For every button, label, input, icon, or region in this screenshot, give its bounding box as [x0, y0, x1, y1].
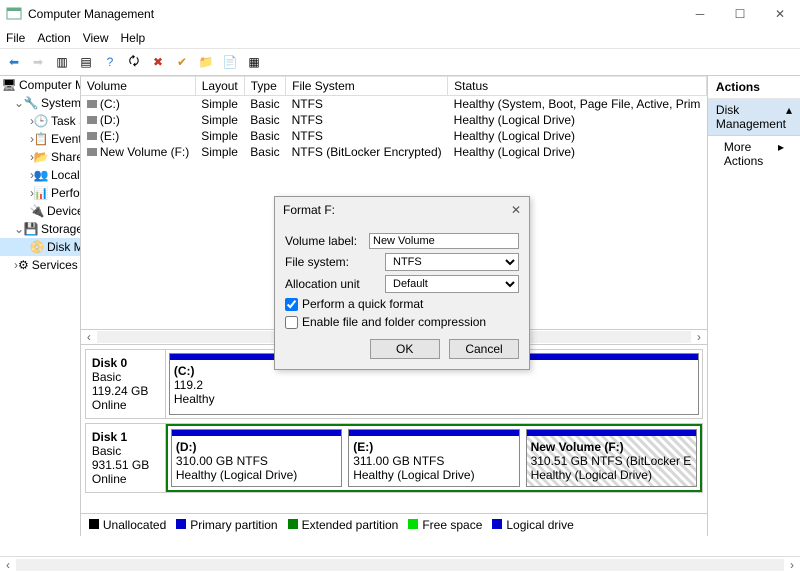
quick-format-checkbox[interactable] — [285, 298, 298, 311]
col-status[interactable]: Status — [448, 77, 707, 96]
volume-label-label: Volume label: — [285, 234, 369, 248]
volume-row[interactable]: New Volume (F:)SimpleBasicNTFS (BitLocke… — [81, 144, 707, 160]
menu-file[interactable]: File — [6, 31, 25, 45]
actions-header: Actions — [708, 76, 800, 99]
tree-storage[interactable]: ⌄💾Storage — [0, 220, 80, 238]
file-system-label: File system: — [285, 255, 385, 269]
back-icon[interactable]: ⬅ — [4, 52, 24, 72]
window-scrollbar[interactable]: ‹ › — [0, 556, 800, 572]
compression-label: Enable file and folder compression — [302, 315, 486, 329]
tree-device-manager[interactable]: 🔌Device Manager — [0, 202, 80, 220]
allocation-unit-select[interactable]: Default — [385, 275, 519, 293]
volume-table[interactable]: Volume Layout Type File System Status (C… — [81, 76, 707, 160]
app-icon — [6, 6, 22, 22]
page-icon[interactable]: 📄 — [220, 52, 240, 72]
partition[interactable]: (E:)311.00 GB NTFSHealthy (Logical Drive… — [348, 429, 519, 487]
partition[interactable]: New Volume (F:)310.51 GB NTFS (BitLocker… — [526, 429, 697, 487]
tree-shared-folders[interactable]: ›📂Shared Folders — [0, 148, 80, 166]
tree-panel: 🖥Computer Management (Local ⌄🔧System Too… — [0, 76, 81, 536]
compression-checkbox[interactable] — [285, 316, 298, 329]
col-volume[interactable]: Volume — [81, 77, 195, 96]
scroll-right-icon[interactable]: › — [784, 558, 800, 572]
actions-more[interactable]: More Actions▸ — [708, 136, 800, 172]
tree-performance[interactable]: ›📊Performance — [0, 184, 80, 202]
collapse-icon: ▴ — [786, 103, 792, 131]
cancel-button[interactable]: Cancel — [449, 339, 519, 359]
folder-icon[interactable]: 📁 — [196, 52, 216, 72]
volume-row[interactable]: (D:)SimpleBasicNTFSHealthy (Logical Driv… — [81, 112, 707, 128]
menubar: File Action View Help — [0, 28, 800, 48]
volume-row[interactable]: (E:)SimpleBasicNTFSHealthy (Logical Driv… — [81, 128, 707, 144]
maximize-button[interactable]: ☐ — [720, 0, 760, 28]
tree-root[interactable]: 🖥Computer Management (Local — [0, 76, 80, 94]
computer-icon: 🖥 — [2, 78, 16, 92]
legend: Unallocated Primary partition Extended p… — [81, 513, 707, 536]
volume-row[interactable]: (C:)SimpleBasicNTFSHealthy (System, Boot… — [81, 96, 707, 113]
scroll-left-icon[interactable]: ‹ — [81, 330, 97, 344]
scroll-left-icon[interactable]: ‹ — [0, 558, 16, 572]
tree-task-scheduler[interactable]: ›🕒Task Scheduler — [0, 112, 80, 130]
apply-icon[interactable]: ✔ — [172, 52, 192, 72]
tree-system-tools[interactable]: ⌄🔧System Tools — [0, 94, 80, 112]
forward-icon[interactable]: ➡ — [28, 52, 48, 72]
window-title: Computer Management — [28, 7, 154, 21]
help-icon[interactable]: ? — [100, 52, 120, 72]
menu-help[interactable]: Help — [121, 31, 146, 45]
tree-local-users[interactable]: ›👥Local Users and Groups — [0, 166, 80, 184]
delete-icon[interactable]: ✖ — [148, 52, 168, 72]
menu-action[interactable]: Action — [37, 31, 70, 45]
minimize-button[interactable]: ─ — [680, 0, 720, 28]
tree-disk-management[interactable]: 📀Disk Management — [0, 238, 80, 256]
scroll-right-icon[interactable]: › — [691, 330, 707, 344]
tree-services[interactable]: ›⚙Services and Applications — [0, 256, 80, 274]
titlebar: Computer Management ─ ☐ ✕ — [0, 0, 800, 28]
list-icon[interactable]: ▦ — [244, 52, 264, 72]
partition[interactable]: (D:)310.00 GB NTFSHealthy (Logical Drive… — [171, 429, 342, 487]
show-hide-icon[interactable]: ▥ — [52, 52, 72, 72]
toolbar: ⬅ ➡ ▥ ▤ ? 🗘 ✖ ✔ 📁 📄 ▦ — [0, 48, 800, 76]
collapse-icon[interactable]: ⌄ — [14, 96, 24, 110]
actions-disk-management[interactable]: Disk Management▴ — [708, 99, 800, 136]
close-button[interactable]: ✕ — [760, 0, 800, 28]
tree-event-viewer[interactable]: ›📋Event Viewer — [0, 130, 80, 148]
col-layout[interactable]: Layout — [195, 77, 244, 96]
ok-button[interactable]: OK — [370, 339, 440, 359]
refresh-icon[interactable]: 🗘 — [124, 52, 144, 72]
actions-panel: Actions Disk Management▴ More Actions▸ — [708, 76, 800, 536]
col-type[interactable]: Type — [244, 77, 285, 96]
properties-icon[interactable]: ▤ — [76, 52, 96, 72]
chevron-right-icon: ▸ — [778, 140, 784, 168]
quick-format-label: Perform a quick format — [302, 297, 423, 311]
allocation-unit-label: Allocation unit — [285, 277, 385, 291]
close-icon[interactable]: ✕ — [511, 203, 521, 217]
menu-view[interactable]: View — [83, 31, 109, 45]
dialog-title: Format F: — [283, 203, 335, 217]
volume-label-input[interactable] — [369, 233, 519, 249]
format-dialog: Format F: ✕ Volume label: File system: N… — [274, 196, 530, 370]
disk-row[interactable]: Disk 1Basic931.51 GBOnline(D:)310.00 GB … — [85, 423, 703, 493]
col-filesystem[interactable]: File System — [286, 77, 448, 96]
file-system-select[interactable]: NTFS — [385, 253, 519, 271]
